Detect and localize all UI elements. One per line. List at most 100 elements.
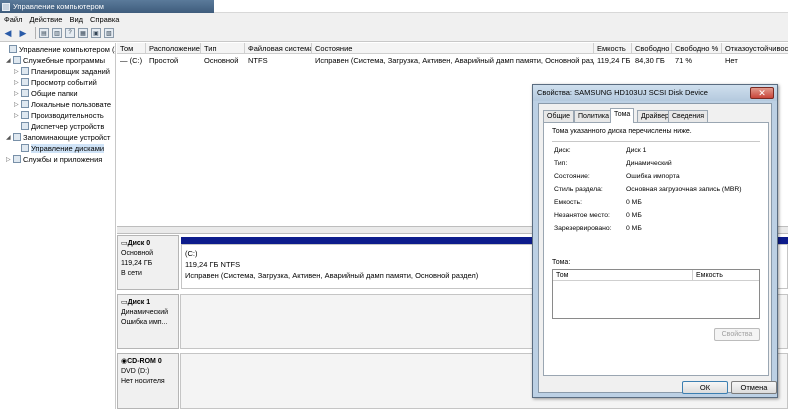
tab-policy[interactable]: Политика (574, 110, 613, 122)
col-volume[interactable]: Том (117, 43, 146, 54)
cell-layout: Простой (149, 56, 179, 65)
tree-item-disk-management[interactable]: Управление дисками (14, 143, 105, 153)
prop-value-partition-style: Основная загрузочная запись (MBR) (626, 186, 742, 193)
toolbar: ◀ ▶ ▤ ▥ ? ▦ ▣ ▧ (0, 25, 788, 42)
navigation-tree: Управление компьютером (л ◢ Служебные про… (0, 43, 116, 409)
volumes-list-label: Тома: (552, 259, 571, 266)
disk-error-icon: ▭ (121, 299, 128, 306)
event-log-icon (21, 78, 29, 86)
tree-item-device-manager[interactable]: Диспетчер устройств (14, 121, 104, 131)
tree-item-services-apps[interactable]: ▷ Службы и приложения (6, 154, 102, 164)
ok-button[interactable]: ОК (682, 381, 728, 394)
performance-icon (21, 111, 29, 119)
computer-icon (9, 45, 17, 53)
dialog-client-area: Общие Политика Тома Драйвер Сведения Том… (538, 103, 777, 394)
tree-item-system-tools[interactable]: ◢ Служебные программы (6, 55, 105, 65)
computer-management-icon (2, 2, 10, 11)
tree-item-storage[interactable]: ◢ Запоминающие устройст (6, 132, 110, 142)
divider (552, 141, 760, 142)
users-icon (21, 100, 29, 108)
disk-0-label[interactable]: ▭Диск 0 Основной 119,24 ГБ В сети (117, 235, 179, 290)
folder-icon (21, 89, 29, 97)
menu-view[interactable]: Вид (69, 15, 83, 24)
properties-icon[interactable]: ▣ (91, 28, 101, 38)
prop-label-type: Тип: (554, 160, 568, 167)
volumes-col-capacity[interactable]: Емкость (693, 270, 759, 281)
col-capacity[interactable]: Емкость (594, 43, 632, 54)
volume-drive-icon: — (120, 56, 128, 65)
prop-label-reserved: Зарезервировано: (554, 225, 612, 232)
console-icon[interactable]: ▦ (78, 28, 88, 38)
tab-general[interactable]: Общие (543, 110, 575, 122)
prop-label-partition-style: Стиль раздела: (554, 186, 603, 193)
forward-arrow-icon[interactable]: ▶ (17, 27, 29, 39)
toolbar-separator (35, 27, 36, 39)
prop-value-type: Динамический (626, 160, 672, 167)
cell-file-system: NTFS (248, 56, 268, 65)
back-arrow-icon[interactable]: ◀ (2, 27, 14, 39)
prop-value-unallocated: 0 МБ (626, 212, 642, 219)
window-title: Управление компьютером (13, 2, 104, 11)
disk-icon: ▭ (121, 240, 128, 247)
table-row[interactable]: — (C:) Простой Основной NTFS Исправен (С… (117, 55, 788, 66)
show-tree-icon[interactable]: ▥ (52, 28, 62, 38)
help-icon[interactable]: ? (65, 28, 75, 38)
cell-fault-tolerance: Нет (725, 56, 738, 65)
tools-icon (13, 56, 21, 64)
prop-label-capacity: Емкость: (554, 199, 582, 206)
menu-file[interactable]: Файл (4, 15, 22, 24)
prop-value-disk: Диск 1 (626, 147, 647, 154)
cell-volume: — (C:) (120, 56, 143, 65)
tree-item-event-viewer[interactable]: ▷ Просмотр событий (14, 77, 97, 87)
disk-1-label[interactable]: ▭Диск 1 Динамический Ошибка имп... (117, 294, 179, 349)
dialog-title: Свойства: SAMSUNG HD103UJ SCSI Disk Devi… (533, 85, 777, 101)
col-type[interactable]: Тип (201, 43, 245, 54)
close-icon[interactable]: ✕ (750, 87, 774, 99)
titlebar-strip (214, 0, 788, 13)
col-status[interactable]: Состояние (312, 43, 594, 54)
cell-free-percent: 71 % (675, 56, 693, 65)
cdrom-0-label[interactable]: ◉CD-ROM 0 DVD (D:) Нет носителя (117, 353, 179, 409)
col-file-system[interactable]: Файловая система (245, 43, 312, 54)
menu-bar: Файл Действие Вид Справка (0, 13, 788, 25)
prop-value-reserved: 0 МБ (626, 225, 642, 232)
tree-item-shared-folders[interactable]: ▷ Общие папки (14, 88, 78, 98)
tree-item-task-scheduler[interactable]: ▷ Планировщик заданий (14, 66, 110, 76)
tab-details[interactable]: Сведения (668, 110, 708, 122)
col-free-percent[interactable]: Свободно % (672, 43, 722, 54)
tree-item-computer-management[interactable]: Управление компьютером (л (2, 44, 115, 54)
storage-icon (13, 133, 21, 141)
cell-free: 84,30 ГБ (635, 56, 665, 65)
volume-properties-button[interactable]: Свойства (714, 328, 760, 341)
device-manager-icon (21, 122, 29, 130)
tab-panel-volumes: Тома указанного диска перечислены ниже. … (543, 122, 769, 376)
menu-action[interactable]: Действие (29, 15, 62, 24)
services-icon (13, 155, 21, 163)
disk-properties-dialog: Свойства: SAMSUNG HD103UJ SCSI Disk Devi… (532, 84, 778, 398)
col-fault-tolerance[interactable]: Отказоустойчивос (722, 43, 788, 54)
tab-volumes[interactable]: Тома (610, 108, 635, 123)
export-list-icon[interactable]: ▧ (104, 28, 114, 38)
prop-value-capacity: 0 МБ (626, 199, 642, 206)
cancel-button[interactable]: Отмена (731, 381, 777, 394)
cell-capacity: 119,24 ГБ (597, 56, 631, 65)
window-titlebar: Управление компьютером (0, 0, 214, 13)
col-layout[interactable]: Расположение (146, 43, 201, 54)
cell-status: Исправен (Система, Загрузка, Активен, Ав… (315, 56, 594, 65)
volumes-description: Тома указанного диска перечислены ниже. (552, 128, 692, 135)
prop-label-status: Состояние: (554, 173, 590, 180)
prop-label-disk: Диск: (554, 147, 571, 154)
tree-item-performance[interactable]: ▷ Производительность (14, 110, 104, 120)
volumes-col-volume[interactable]: Том (553, 270, 693, 281)
col-free[interactable]: Свободно (632, 43, 672, 54)
prop-value-status: Ошибка импорта (626, 173, 680, 180)
folder-up-icon[interactable]: ▤ (39, 28, 49, 38)
cell-type: Основной (204, 56, 239, 65)
tree-item-local-users[interactable]: ▷ Локальные пользовате (14, 99, 111, 109)
menu-help[interactable]: Справка (90, 15, 119, 24)
clock-icon (21, 67, 29, 75)
prop-label-unallocated: Незанятое место: (554, 212, 610, 219)
volumes-listview[interactable]: Том Емкость (552, 269, 760, 319)
volume-list-header: Том Расположение Тип Файловая система Со… (117, 43, 788, 54)
disk-management-icon (21, 144, 29, 152)
